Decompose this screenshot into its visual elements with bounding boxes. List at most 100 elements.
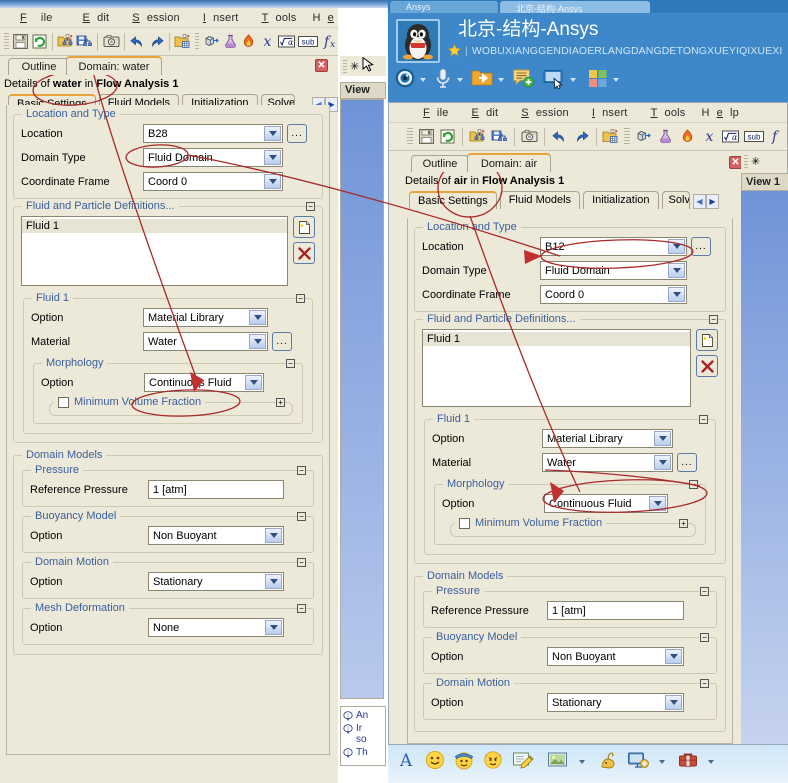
new-view-icon[interactable]: ✳ [751,155,760,168]
image-icon[interactable] [547,750,569,773]
collapse-toggle-fluid-1-right[interactable]: − [699,415,708,424]
chevron-down-icon[interactable] [264,150,281,165]
subtab-basic-settings-right[interactable]: Basic Settings [409,191,497,209]
tree-item[interactable]: iAn [343,710,385,721]
open-mesh-icon[interactable] [57,31,75,53]
tree-item[interactable]: so [356,734,385,745]
tree-item[interactable]: iTh [343,747,385,758]
redo-icon[interactable] [571,126,592,148]
domain-type-combo-left[interactable]: Fluid Domain [143,148,283,167]
viewport-toolbar-grip[interactable] [744,155,748,168]
menu-file[interactable]: File [6,10,67,26]
voice-call-icon[interactable] [433,67,453,92]
location-combo-left[interactable]: B28 [143,124,283,143]
save-icon[interactable] [416,126,437,148]
apps-icon[interactable] [587,67,609,92]
font-style-icon[interactable]: A [396,750,416,773]
chevron-down-icon[interactable] [264,126,281,141]
collapse-toggle-mesh-deformation-left[interactable]: − [297,604,306,613]
tab-outline-right[interactable]: Outline [411,155,469,172]
tree-item[interactable]: iIr [343,723,385,734]
screenshot-icon[interactable] [512,750,534,773]
save-mesh-icon[interactable] [76,31,94,53]
expression-icon[interactable]: x [259,31,277,53]
new-item-icon[interactable] [696,329,718,351]
menu-tools[interactable]: Tools [248,10,304,26]
collapse-toggle-domain-motion-left[interactable]: − [297,558,306,567]
coordinate-frame-combo-right[interactable]: Coord 0 [540,285,687,304]
remote-desktop-icon[interactable] [542,67,566,92]
reference-pressure-input-right[interactable]: 1 [atm] [547,601,684,620]
chevron-down-icon[interactable] [265,528,282,543]
chevron-down-icon[interactable] [265,620,282,635]
viewport-canvas-mid[interactable] [340,99,384,699]
video-call-dropdown-icon[interactable] [420,78,426,82]
remote-desktop-dropdown-icon[interactable] [570,78,576,82]
domain-motion-option-combo-right[interactable]: Stationary [547,693,684,712]
collapse-toggle-buoyancy-right[interactable]: − [700,633,709,642]
menu-help[interactable]: Help [694,105,745,121]
subdomain-icon[interactable]: sub [297,31,319,53]
material-browse-button-left[interactable]: ... [272,332,292,351]
chevron-down-icon[interactable] [649,496,666,511]
menu-insert[interactable]: Insert [578,105,635,121]
undo-icon[interactable] [549,126,570,148]
collapse-toggle-buoyancy-left[interactable]: − [297,512,306,521]
flask-icon[interactable] [221,31,239,53]
close-panel-button-left[interactable]: ✕ [315,59,328,72]
menu-tools[interactable]: Tools [637,105,693,121]
sqrt-icon[interactable]: α [721,126,742,148]
menu-session[interactable]: Session [507,105,576,121]
fluid1-option-combo-left[interactable]: Material Library [143,308,268,327]
chevron-down-icon[interactable] [668,287,685,302]
chevron-down-icon[interactable] [245,375,262,390]
snapshot-icon[interactable] [102,31,120,53]
domain-icon[interactable] [202,31,220,53]
screen-share-icon[interactable] [627,750,649,773]
tab-domain-water[interactable]: Domain: water [66,56,162,75]
toolbar-grip[interactable] [624,128,630,146]
image-dropdown-icon[interactable] [579,760,585,764]
min-volume-fraction-checkbox[interactable] [459,518,470,529]
subtab-scroll-buttons-right[interactable]: ◀ ▶ [693,194,719,209]
chevron-down-icon[interactable] [265,574,282,589]
qq-tab-1[interactable]: 北京-结构-Ansys [500,1,650,13]
collapse-toggle-fluid-1-left[interactable]: − [296,294,305,303]
new-item-icon[interactable] [293,216,315,238]
function-icon[interactable]: f [766,126,787,148]
collapse-toggle-morphology-left[interactable]: − [286,359,295,368]
send-file-icon[interactable] [470,67,494,92]
sqrt-icon[interactable]: α [277,31,296,53]
new-view-icon[interactable]: ✳ [350,60,359,73]
viewport-toolbar-grip[interactable] [343,60,347,73]
min-volume-fraction-checkbox[interactable] [58,397,69,408]
reference-pressure-input-left[interactable]: 1 [atm] [148,480,284,499]
delete-item-icon[interactable] [293,242,315,264]
open-mesh-icon[interactable] [467,126,488,148]
video-call-icon[interactable] [394,67,416,92]
collapse-toggle-morphology-right[interactable]: − [689,480,698,489]
chevron-down-icon[interactable] [249,310,266,325]
chevron-down-icon[interactable] [654,431,671,446]
domain-icon[interactable] [633,126,654,148]
refresh-icon[interactable] [438,126,459,148]
delete-item-icon[interactable] [696,355,718,377]
morphology-option-combo-left[interactable]: Continuous Fluid [144,373,264,392]
gift-icon[interactable] [598,750,618,773]
emoji-icon[interactable] [425,750,445,773]
collapse-toggle-fluid-particle-right[interactable]: − [709,315,718,324]
chevron-down-icon[interactable] [665,649,682,664]
domain-motion-option-combo-left[interactable]: Stationary [148,572,284,591]
send-file-dropdown-icon[interactable] [498,78,504,82]
fluid-list-left[interactable]: Fluid 1 [21,216,288,286]
location-browse-button-right[interactable]: ... [691,237,711,256]
collapse-toggle-pressure-left[interactable]: − [297,466,306,475]
tab-outline-left[interactable]: Outline [8,58,70,75]
coordinate-frame-combo-left[interactable]: Coord 0 [143,172,283,191]
menu-session[interactable]: Session [118,10,187,26]
magic-emoji-icon[interactable] [454,750,474,773]
collapse-toggle-domain-motion-right[interactable]: − [700,679,709,688]
expand-toggle-min-volume-fraction-right[interactable]: + [679,519,688,528]
material-combo-left[interactable]: Water [143,332,268,351]
tab-domain-air[interactable]: Domain: air [467,153,551,172]
